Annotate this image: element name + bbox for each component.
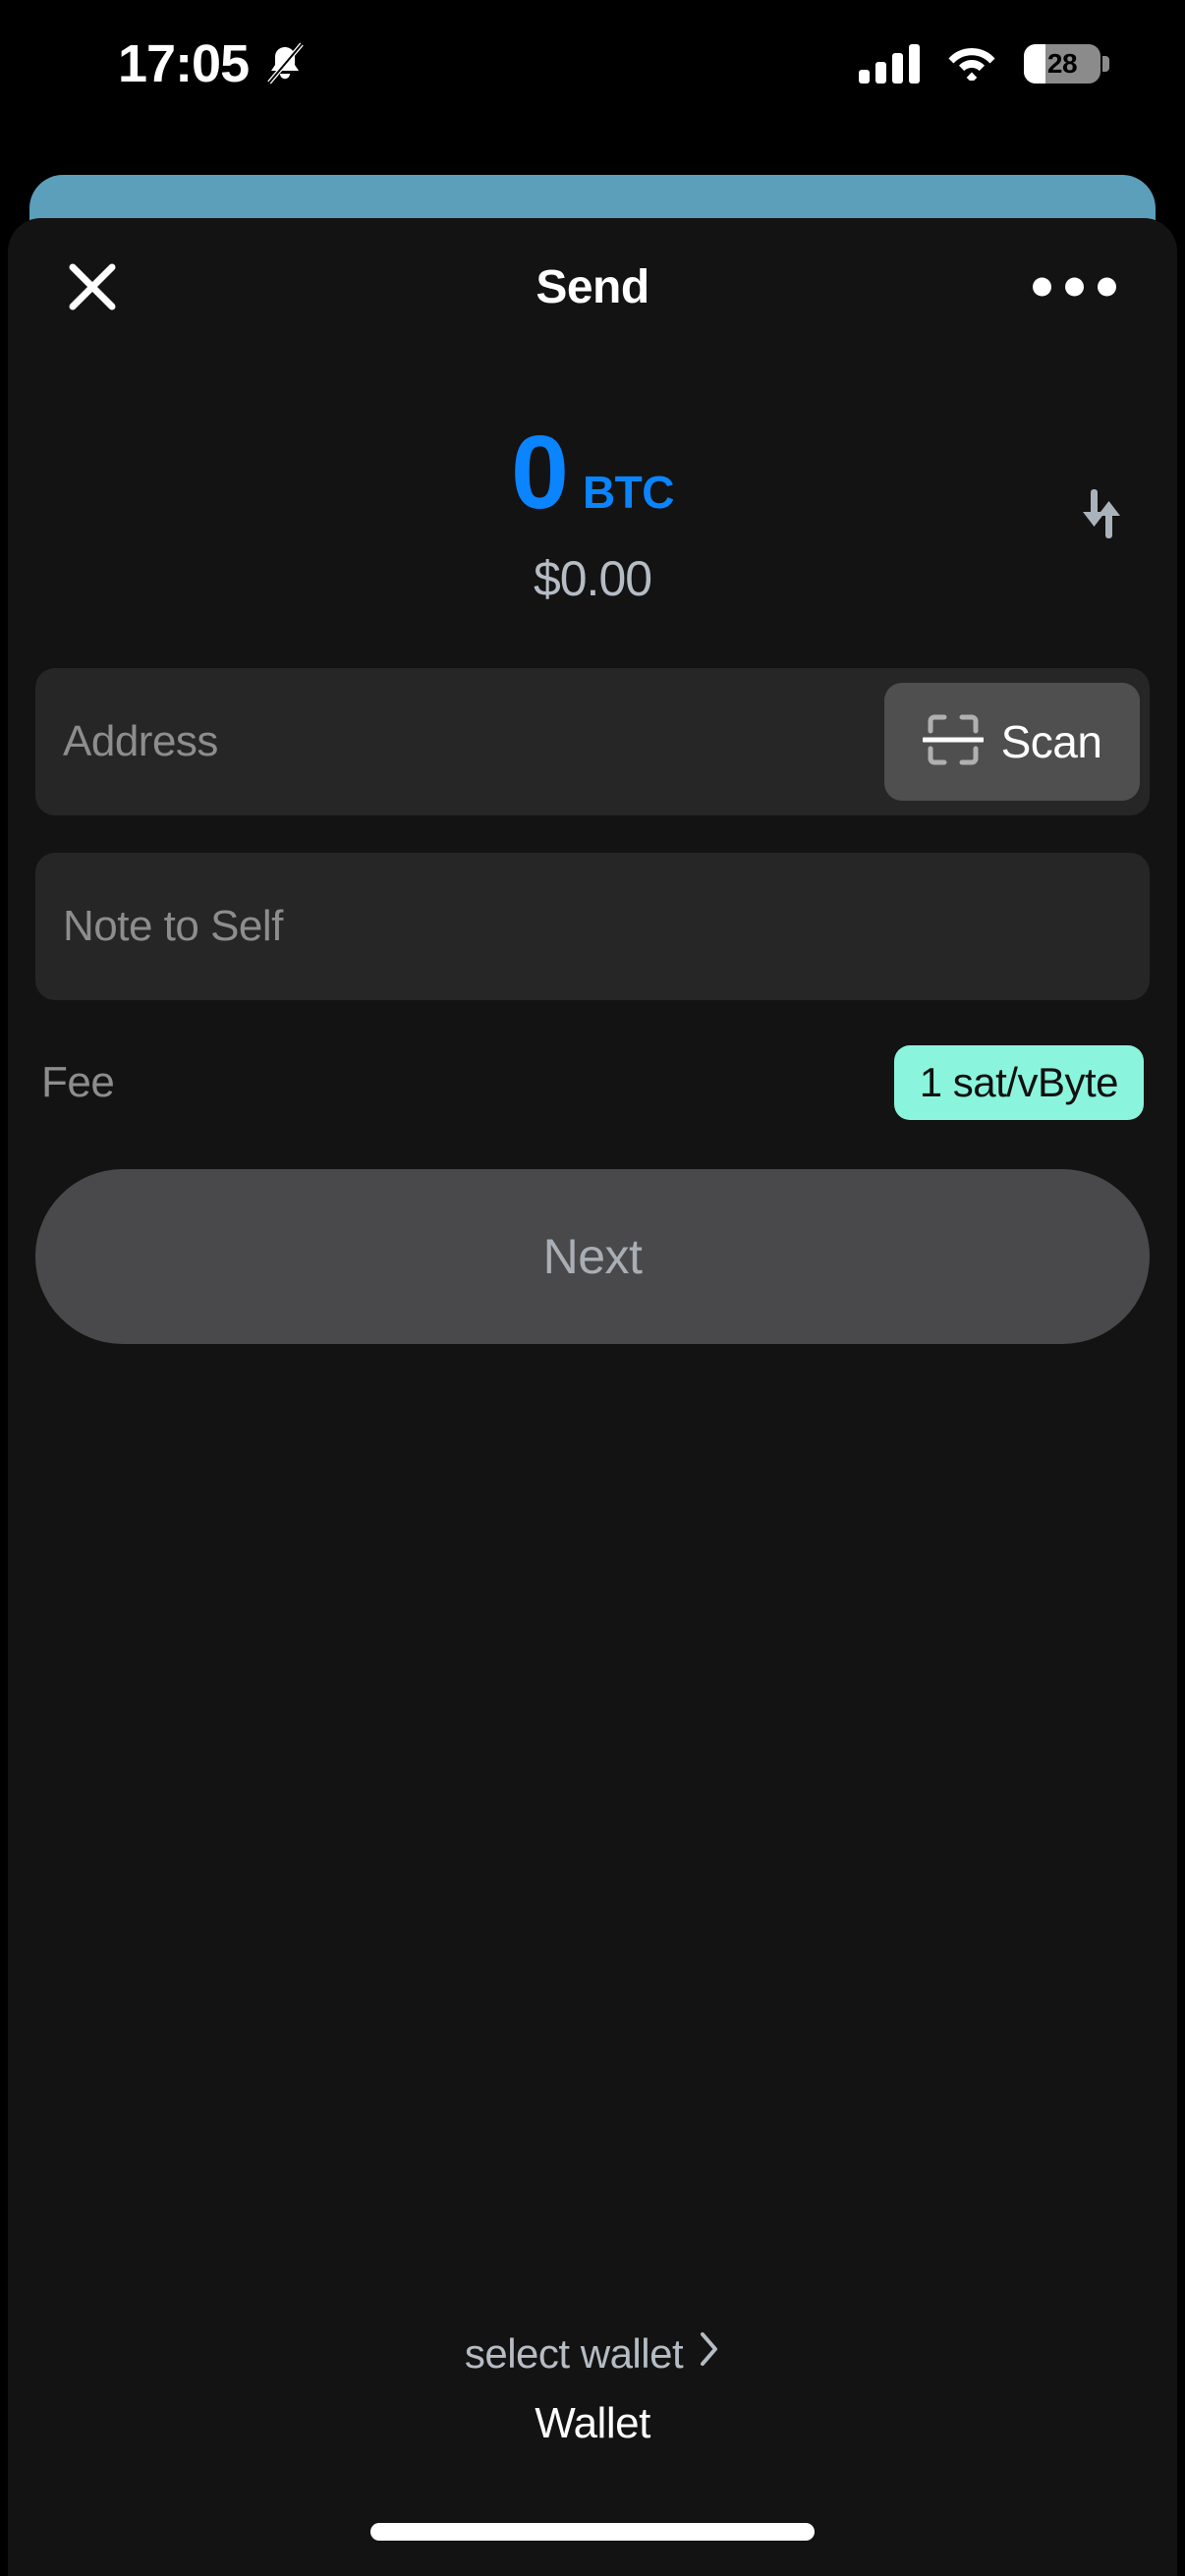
select-wallet-label: select wallet (464, 2330, 684, 2377)
select-wallet-button[interactable]: select wallet (8, 2330, 1177, 2378)
battery-fill (1024, 44, 1045, 84)
battery-percent-label: 28 (1046, 48, 1078, 79)
cellular-signal-icon (859, 44, 920, 84)
amount-value[interactable]: 0 (511, 420, 569, 525)
note-field[interactable]: Note to Self (35, 853, 1150, 1000)
current-wallet-name[interactable]: Wallet (8, 2399, 1177, 2448)
send-modal-sheet: Send 0 BTC $0.00 Address Scan Note to Se… (8, 218, 1177, 2576)
wallet-selector: select wallet Wallet (8, 2330, 1177, 2448)
phone-screen: 17:05 28 Send 0 BTC $0.00 Address Scan N… (0, 0, 1185, 2576)
status-bar: 17:05 28 (0, 0, 1185, 128)
scan-button[interactable]: Scan (884, 683, 1140, 801)
bell-slash-icon (264, 41, 306, 86)
amount-row[interactable]: 0 BTC (8, 420, 1177, 525)
fiat-amount: $0.00 (533, 551, 652, 606)
fee-label: Fee (41, 1058, 115, 1106)
status-bar-right: 28 (859, 43, 1109, 85)
address-field[interactable]: Address Scan (35, 668, 1150, 815)
more-options-icon[interactable] (1033, 277, 1116, 297)
fee-rate-badge[interactable]: 1 sat/vByte (893, 1045, 1144, 1120)
scan-button-label: Scan (1000, 716, 1102, 767)
status-bar-clock: 17:05 (118, 34, 250, 93)
status-bar-left: 17:05 (118, 37, 306, 90)
swap-currency-icon[interactable] (1069, 481, 1134, 546)
battery-indicator: 28 (1024, 44, 1109, 84)
amount-unit-label: BTC (582, 467, 675, 518)
amount-display: 0 BTC $0.00 (8, 420, 1177, 606)
next-button[interactable]: Next (35, 1169, 1150, 1344)
next-button-label: Next (542, 1229, 643, 1284)
close-icon[interactable] (65, 259, 120, 314)
note-input[interactable]: Note to Self (63, 902, 283, 951)
battery-tip (1102, 56, 1109, 72)
fee-row: Fee 1 sat/vByte (8, 1037, 1177, 1128)
page-title: Send (536, 260, 649, 313)
home-indicator[interactable] (370, 2523, 815, 2541)
form-fields: Address Scan Note to Self (8, 668, 1177, 1000)
sheet-header: Send (8, 218, 1177, 356)
chevron-right-icon (699, 2330, 720, 2378)
qr-scan-icon (921, 709, 986, 775)
next-button-wrapper: Next (8, 1169, 1177, 1344)
wifi-icon (947, 43, 996, 85)
address-input[interactable]: Address (63, 717, 218, 766)
